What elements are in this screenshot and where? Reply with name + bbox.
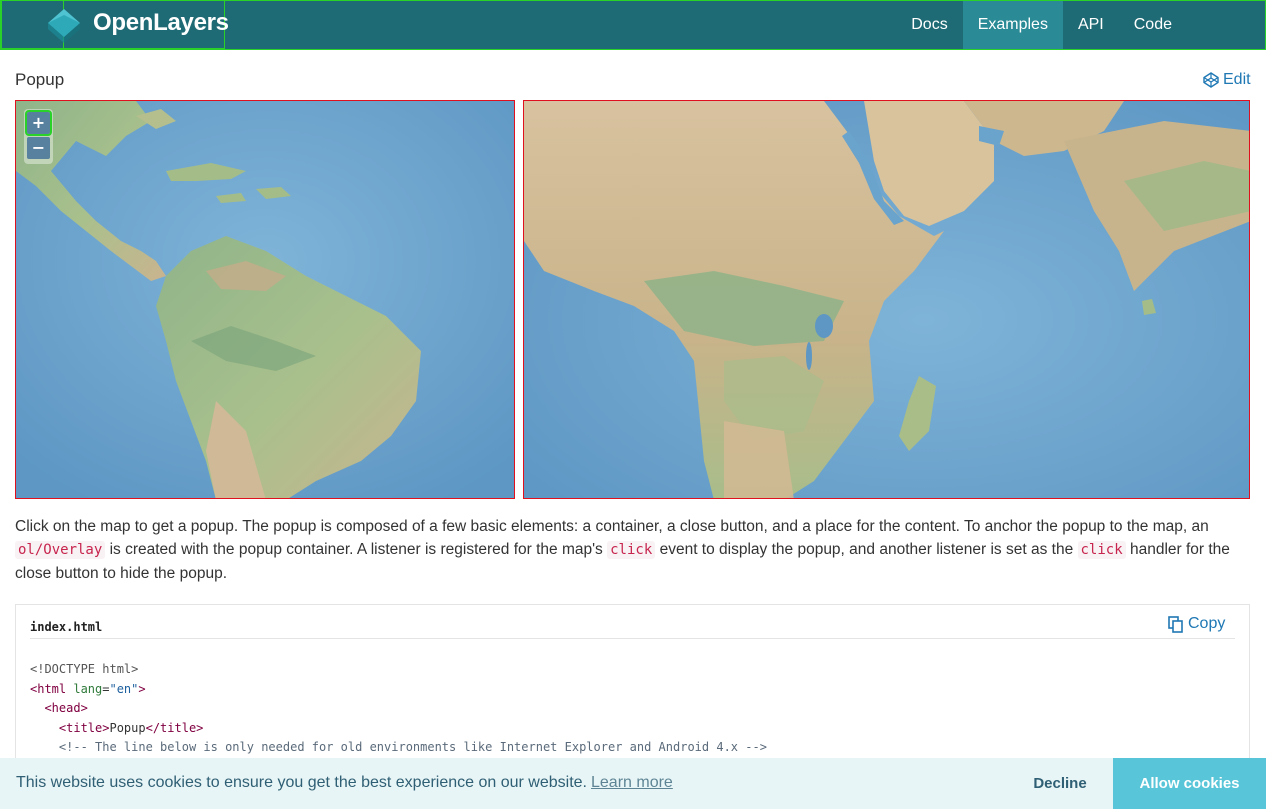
code-header-divider [30,638,1235,639]
edit-label: Edit [1223,71,1251,88]
code-line-3: <head> [44,701,88,715]
nav-api[interactable]: API [1063,0,1119,50]
map-viewport-left[interactable] [15,100,515,499]
copy-icon [1168,615,1183,633]
cookie-banner: This website uses cookies to ensure you … [0,758,1266,809]
code-line-2-close: > [138,681,146,696]
cookie-message-text: This website uses cookies to ensure you … [16,774,587,791]
zoom-out-button[interactable]: − [27,137,50,159]
desc-text-1: Click on the map to get a popup. The pop… [15,518,1209,535]
code-line-4-close: </title> [145,720,204,735]
map-viewport-right[interactable] [523,100,1250,499]
codepen-icon [1203,72,1219,88]
openlayers-logo-icon [48,9,80,43]
learn-more-link[interactable]: Learn more [591,774,673,791]
map-americas-graphic [16,101,514,498]
copy-label: Copy [1188,615,1226,632]
zoom-in-button[interactable]: + [25,110,52,136]
code-line-2-tag: <html [30,681,67,696]
main-nav: Docs Examples API Code [896,0,1187,50]
page-title: Popup [15,70,65,89]
code-line-2-attr: lang [66,681,103,696]
copy-button[interactable]: Copy [1168,615,1225,633]
zoom-control: + − [24,109,53,164]
nav-examples[interactable]: Examples [962,0,1063,50]
nav-code[interactable]: Code [1119,0,1187,50]
brand-name[interactable]: OpenLayers [93,9,229,37]
map-africa-graphic [524,101,1249,498]
code-line-2-value: "en" [109,681,139,696]
decline-cookies-button[interactable]: Decline [1018,758,1102,809]
inline-code-overlay: ol/Overlay [15,541,106,559]
desc-text-3: event to display the popup, and another … [655,541,1078,558]
code-listing: <!DOCTYPE html> <html lang="en"> <head> … [30,660,767,758]
code-line-4-text: Popup [109,720,146,735]
inline-code-click-2: click [1077,541,1126,559]
code-filename: index.html [30,620,103,634]
cookie-message: This website uses cookies to ensure you … [16,774,673,792]
code-line-4-open: <title> [58,720,110,735]
code-line-5-comment: <!-- The line below is only needed for o… [58,740,767,754]
nav-docs[interactable]: Docs [896,0,962,50]
example-description: Click on the map to get a popup. The pop… [15,515,1255,585]
top-navbar: OpenLayers Docs Examples API Code [0,0,1266,50]
edit-button[interactable]: Edit [1203,71,1251,89]
desc-text-2: is created with the popup container. A l… [105,541,608,558]
code-line-1: <!DOCTYPE html> [30,662,139,676]
inline-code-click: click [607,541,656,559]
allow-cookies-button[interactable]: Allow cookies [1113,758,1266,809]
